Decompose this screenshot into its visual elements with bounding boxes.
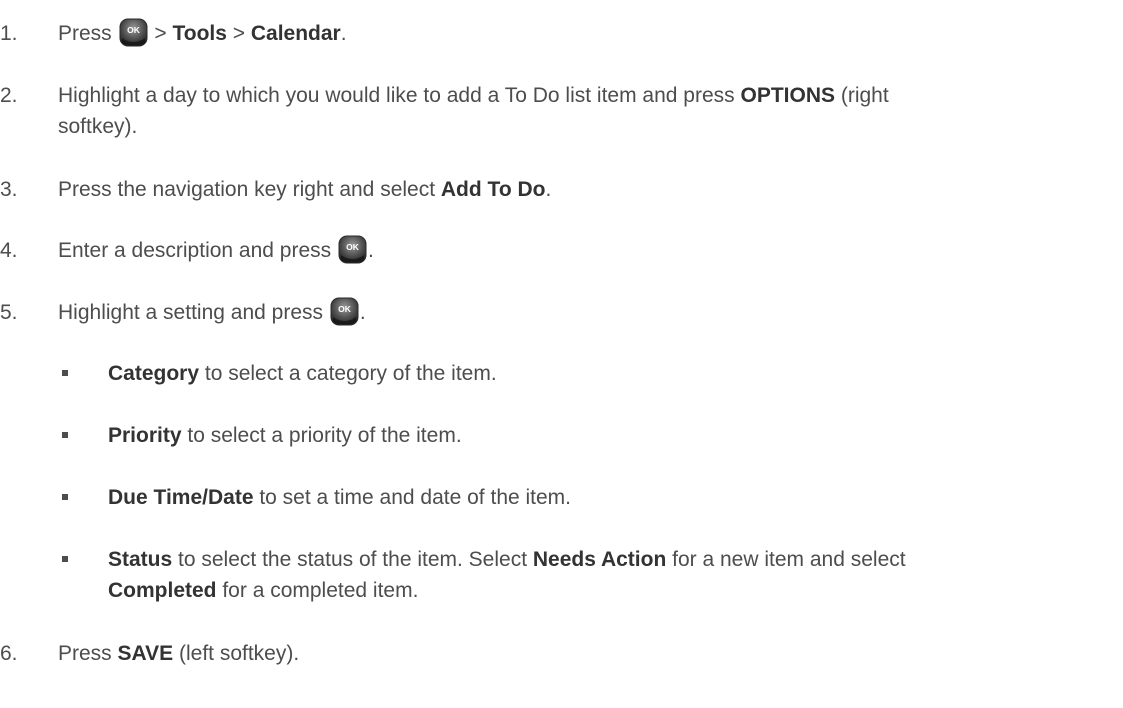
ok-key-icon: OK — [338, 235, 367, 264]
bullet-text: Category to select a category of the ite… — [108, 362, 497, 385]
add-to-do-label: Add To Do — [440, 178, 546, 201]
step-text: Highlight a day to which you would like … — [58, 84, 889, 138]
step-number: 1. — [0, 22, 18, 45]
menu-calendar: Calendar — [250, 22, 341, 45]
step-text: Enter a description and press OK. — [58, 235, 1108, 266]
bullet-marker — [62, 370, 68, 376]
svg-text:OK: OK — [127, 25, 141, 35]
step-text: Press OK > Tools > Calendar. — [58, 18, 1108, 49]
bullet-marker — [62, 494, 68, 500]
step-number: 4. — [0, 239, 18, 262]
step-text-part: Press — [58, 22, 112, 45]
step-text: Press SAVE (left softkey). — [58, 642, 300, 665]
separator: > — [226, 22, 251, 45]
ok-key-icon: OK — [119, 18, 148, 47]
options-softkey-label: OPTIONS — [740, 84, 835, 107]
separator: > — [148, 22, 173, 45]
step-text: Press the navigation key right and selec… — [58, 178, 552, 201]
ok-key-icon: OK — [330, 297, 359, 326]
bullet-marker — [62, 556, 68, 562]
bullet-text: Due Time/Date to set a time and date of … — [108, 486, 572, 509]
bullet-text: Status to select the status of the item.… — [108, 548, 906, 602]
save-softkey-label: SAVE — [117, 642, 174, 665]
bullet-marker — [62, 432, 68, 438]
step-number: 6. — [0, 642, 18, 665]
step-number: 3. — [0, 178, 18, 201]
bullet-text: Priority to select a priority of the ite… — [108, 424, 462, 447]
svg-text:OK: OK — [346, 242, 360, 252]
step-number: 2. — [0, 84, 18, 107]
step-text: Highlight a setting and press OK. — [58, 297, 1108, 328]
step-number: 5. — [0, 301, 18, 324]
menu-tools: Tools — [172, 22, 227, 45]
svg-text:OK: OK — [338, 304, 352, 314]
